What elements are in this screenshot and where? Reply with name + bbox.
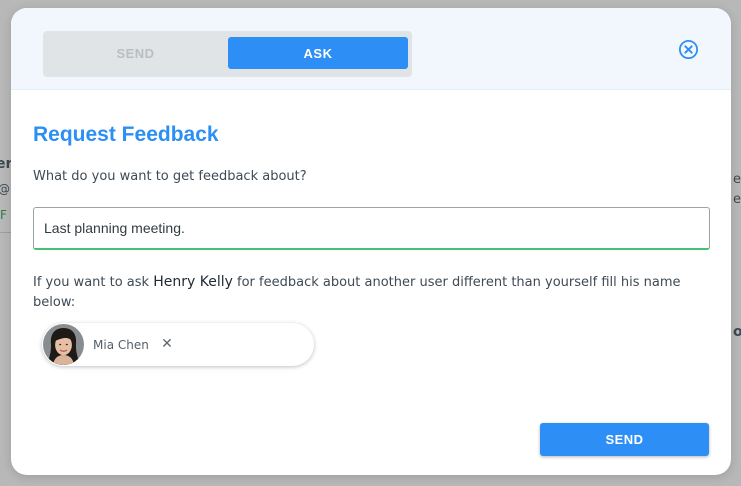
background-text-fragment: ov bbox=[733, 324, 741, 340]
feedback-topic-input[interactable] bbox=[33, 207, 710, 250]
tab-ask[interactable]: ASK bbox=[228, 37, 408, 69]
request-feedback-modal: SEND ASK Request Feedback What do you wa… bbox=[11, 8, 731, 475]
modal-header: SEND ASK bbox=[11, 8, 731, 90]
close-button[interactable] bbox=[678, 39, 699, 60]
background-text-fragment: ee bbox=[733, 192, 741, 207]
close-circle-icon bbox=[678, 39, 699, 60]
helper-text-prefix: If you want to ask bbox=[33, 275, 154, 290]
selected-user-chip: Mia Chen ✕ bbox=[42, 323, 314, 366]
requester-name: Henry Kelly bbox=[153, 274, 233, 290]
background-text-fragment: ea bbox=[733, 172, 741, 187]
background-text-fragment: F bbox=[0, 208, 7, 222]
modal-title: Request Feedback bbox=[33, 123, 219, 146]
tab-send[interactable]: SEND bbox=[43, 37, 228, 69]
send-ask-toggle: SEND ASK bbox=[43, 31, 412, 77]
selected-user-name: Mia Chen bbox=[93, 338, 149, 352]
topic-label: What do you want to get feedback about? bbox=[33, 169, 307, 184]
remove-user-icon[interactable]: ✕ bbox=[160, 336, 174, 352]
background-text-fragment: @ bbox=[0, 182, 10, 196]
helper-text: If you want to ask Henry Kelly for feedb… bbox=[33, 272, 713, 313]
avatar bbox=[43, 324, 84, 365]
send-button[interactable]: SEND bbox=[540, 423, 709, 456]
